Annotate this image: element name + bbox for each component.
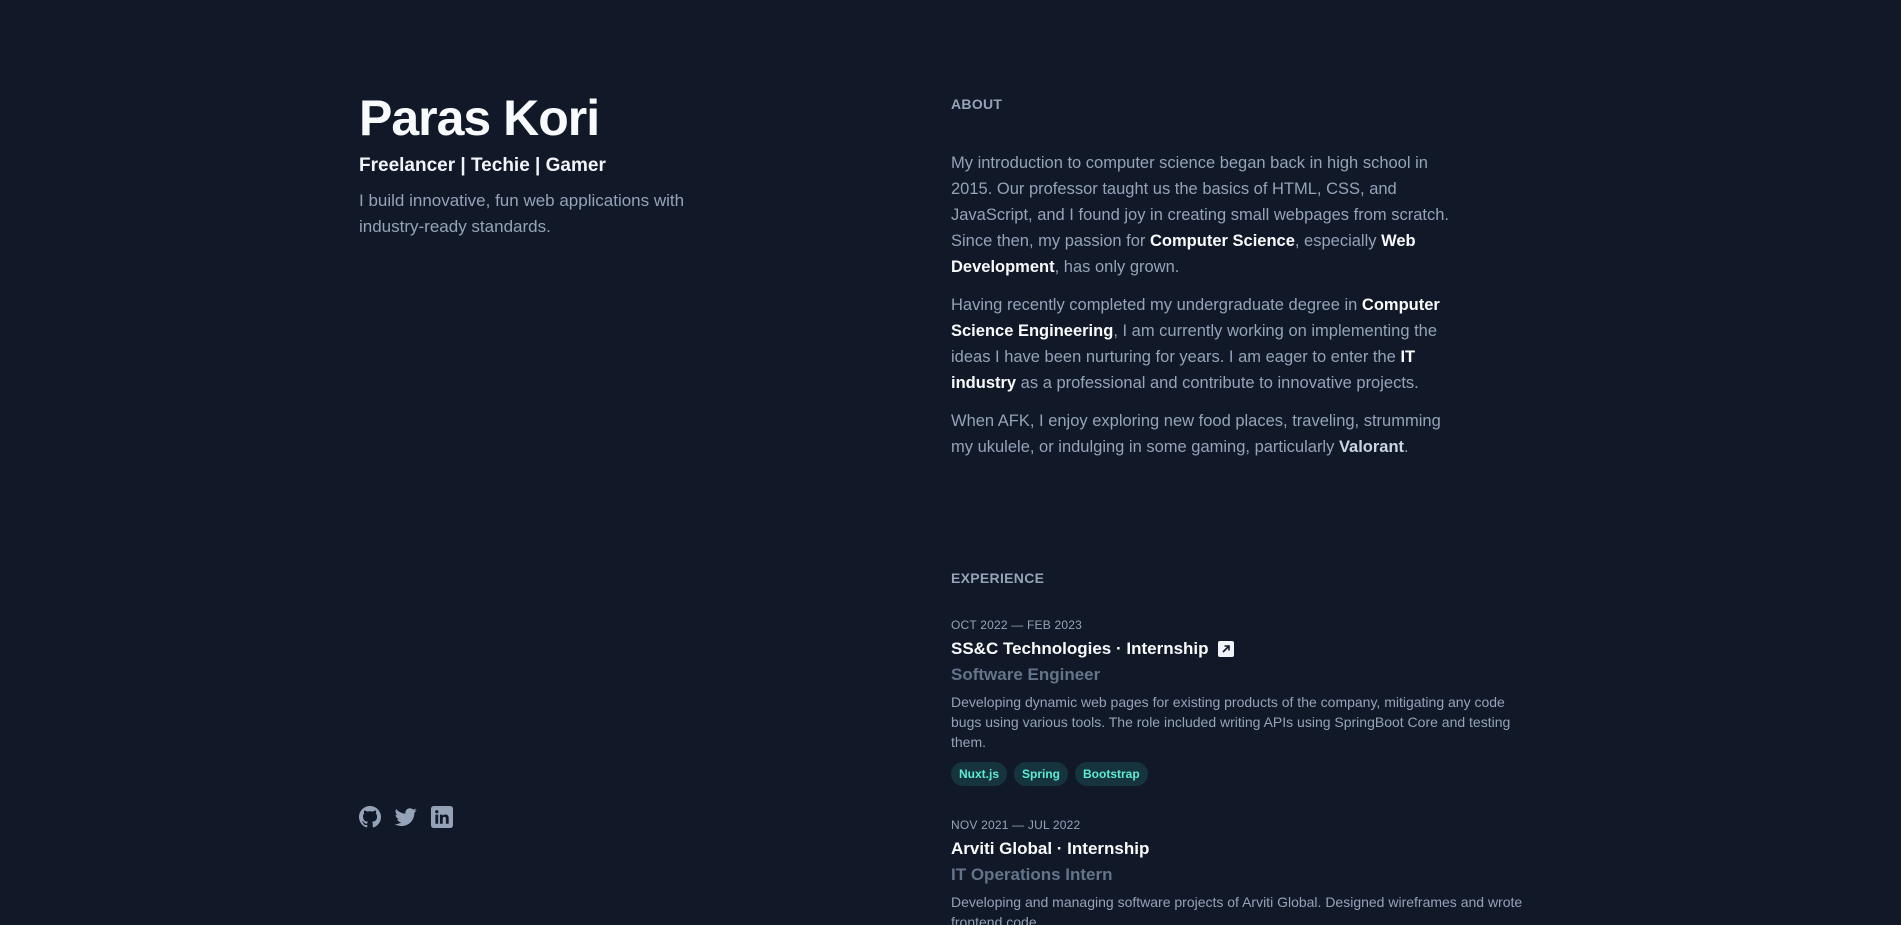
job-title: SS&C Technologies · Internship [951, 639, 1209, 658]
job-title-link[interactable]: SS&C Technologies · Internship [951, 638, 1541, 660]
tag-nuxtjs: Nuxt.js [951, 762, 1008, 786]
job-description: Developing and managing software project… [951, 894, 1523, 925]
about-paragraph-2: Having recently completed my undergradua… [951, 296, 1440, 392]
linkedin-icon [431, 806, 453, 828]
tech-tags: Nuxt.js Spring Bootstrap [951, 762, 1541, 786]
profile-tagline: Freelancer | Techie | Gamer [359, 155, 606, 176]
twitter-icon [395, 808, 417, 827]
experience-item[interactable]: OCT 2022 — FEB 2023 SS&C Technologies · … [951, 618, 1541, 786]
github-icon [359, 806, 381, 828]
about-paragraph-1: My introduction to computer science bega… [951, 154, 1449, 276]
job-date: OCT 2022 — FEB 2023 [951, 618, 1082, 632]
job-title-link[interactable]: Arviti Global · Internship [951, 838, 1541, 860]
job-description: Developing dynamic web pages for existin… [951, 694, 1511, 750]
experience-item[interactable]: NOV 2021 — JUL 2022 Arviti Global · Inte… [951, 818, 1541, 925]
twitter-link[interactable] [395, 806, 417, 828]
job-role: IT Operations Intern [951, 865, 1113, 884]
job-title: Arviti Global · Internship [951, 839, 1150, 858]
about-body: My introduction to computer science bega… [951, 150, 1466, 460]
tag-bootstrap: Bootstrap [1075, 762, 1148, 786]
about-heading: ABOUT [951, 96, 1003, 112]
experience-section: EXPERIENCE OCT 2022 — FEB 2023 SS&C Tech… [951, 570, 1541, 925]
profile-intro: I build innovative, fun web applications… [359, 191, 685, 236]
experience-heading: EXPERIENCE [951, 570, 1045, 586]
linkedin-link[interactable] [431, 806, 453, 828]
highlight-computer-science: Computer Science [1150, 232, 1295, 250]
profile-name[interactable]: Paras Kori [359, 88, 919, 148]
portfolio-page: Paras Kori Freelancer | Techie | Gamer I… [0, 0, 1901, 925]
about-paragraph-3: When AFK, I enjoy exploring new food pla… [951, 412, 1441, 456]
job-date: NOV 2021 — JUL 2022 [951, 818, 1081, 832]
highlight-valorant: Valorant [1338, 438, 1405, 456]
tag-spring: Spring [1014, 762, 1069, 786]
social-links [359, 806, 453, 828]
job-role: Software Engineer [951, 665, 1101, 684]
profile-header: Paras Kori Freelancer | Techie | Gamer I… [359, 88, 919, 240]
github-link[interactable] [359, 806, 381, 828]
about-section: ABOUT My introduction to computer scienc… [951, 96, 1541, 472]
external-link-icon[interactable] [1217, 641, 1234, 657]
